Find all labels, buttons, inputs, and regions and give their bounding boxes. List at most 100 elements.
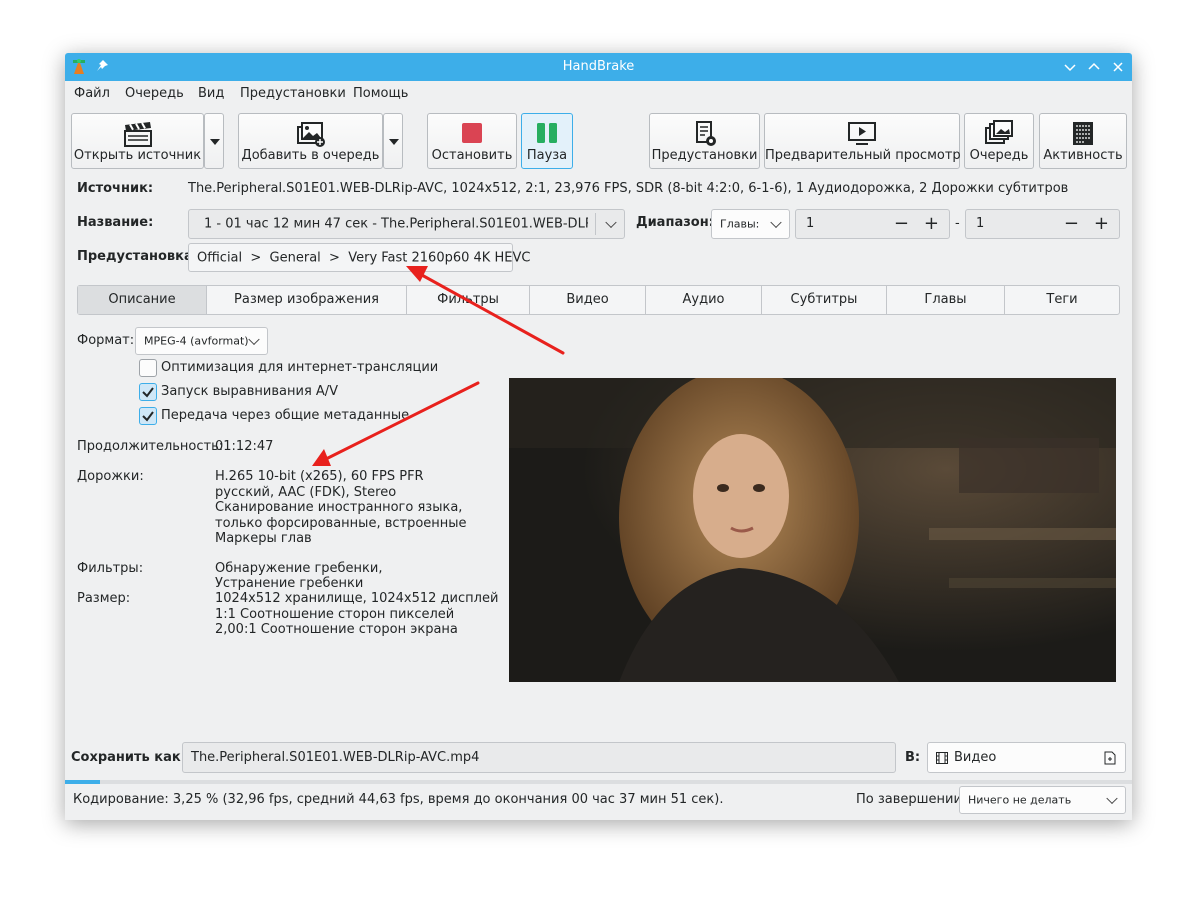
tab-dimensions[interactable]: Размер изображения [207, 286, 407, 314]
tab-bar: Описание Размер изображения Фильтры Виде… [77, 285, 1120, 315]
monitor-play-icon [848, 122, 876, 145]
range-start-spinbox[interactable]: 1 − + [795, 209, 950, 239]
close-icon[interactable] [1110, 59, 1126, 75]
size-line: 2,00:1 Соотношение сторон экрана [215, 622, 458, 637]
format-select[interactable]: MPEG-4 (avformat) [135, 327, 268, 355]
chevron-down-icon [1106, 792, 1118, 805]
source-label: Источник: [77, 181, 154, 196]
title-select-value: 1 - 01 час 12 мин 47 сек - The.Periphera… [204, 216, 588, 232]
menu-help[interactable]: Помощь [353, 86, 408, 101]
preset-selector[interactable]: Official > General > Very Fast 2160p60 4… [188, 243, 530, 272]
maximize-icon[interactable] [1086, 59, 1102, 75]
tab-subtitles[interactable]: Субтитры [762, 286, 887, 314]
passthru-metadata-checkbox[interactable] [139, 407, 157, 425]
preset-value: Official > General > Very Fast 2160p60 4… [197, 250, 531, 265]
tab-summary[interactable]: Описание [78, 286, 207, 314]
destination-folder-button[interactable]: Видео [927, 742, 1126, 773]
range-end-value: 1 [976, 216, 985, 231]
range-type-select[interactable]: Главы: [711, 209, 790, 239]
activity-label: Активность [1043, 148, 1123, 163]
filters-label: Фильтры: [77, 561, 144, 576]
combo-separator [595, 213, 596, 235]
encode-progress-fill [65, 780, 100, 784]
chevron-down-icon [770, 216, 782, 229]
track-line: Сканирование иностранного языка, [215, 500, 463, 515]
when-done-select[interactable]: Ничего не делать [959, 786, 1126, 814]
track-line: H.265 10-bit (x265), 60 FPS PFR [215, 469, 424, 484]
pause-button[interactable]: Пауза [521, 113, 573, 169]
add-image-icon [296, 122, 325, 147]
format-label: Формат: [77, 333, 135, 348]
decrement-icon[interactable]: − [894, 214, 909, 234]
duration-value: 01:12:47 [215, 439, 274, 454]
clapperboard-icon [123, 122, 152, 147]
save-filename-input[interactable]: The.Peripheral.S01E01.WEB-DLRip-AVC.mp4 [182, 742, 896, 773]
destination-value: Видео [954, 750, 997, 765]
increment-icon[interactable]: + [1094, 214, 1109, 234]
queue-images-icon [985, 120, 1013, 144]
title-bar: HandBrake [65, 53, 1132, 81]
destination-label: В: [905, 750, 921, 765]
film-icon [936, 752, 948, 764]
passthru-metadata-label: Передача через общие метаданные [161, 408, 410, 423]
window-title: HandBrake [562, 59, 635, 74]
increment-icon[interactable]: + [924, 214, 939, 234]
chevron-down-icon [605, 216, 617, 229]
web-optimize-label: Оптимизация для интернет-трансляции [161, 360, 439, 375]
track-line: русский, AAC (FDK), Stereo [215, 485, 397, 500]
queue-button[interactable]: Очередь [964, 113, 1034, 169]
track-line: Маркеры глав [215, 531, 312, 546]
menu-queue[interactable]: Очередь [125, 86, 184, 101]
stop-icon [462, 123, 482, 143]
track-line: только форсированные, встроенные [215, 516, 467, 531]
menu-file[interactable]: Файл [74, 86, 110, 101]
preview-thumbnail [509, 378, 1116, 682]
range-label: Диапазон: [636, 215, 714, 230]
activity-log-icon [1073, 122, 1093, 145]
add-to-queue-dropdown[interactable] [383, 113, 403, 169]
stop-label: Остановить [431, 148, 513, 163]
decrement-icon[interactable]: − [1064, 214, 1079, 234]
menu-presets[interactable]: Предустановки [240, 86, 346, 101]
tab-filters[interactable]: Фильтры [407, 286, 530, 314]
when-done-value: Ничего не делать [968, 793, 1072, 807]
queue-label: Очередь [969, 148, 1029, 163]
align-av-label: Запуск выравнивания A/V [161, 384, 339, 399]
range-end-spinbox[interactable]: 1 − + [965, 209, 1120, 239]
chevron-down-icon [248, 333, 260, 346]
preset-label: Предустановка: [77, 249, 198, 264]
pause-label: Пауза [526, 148, 568, 163]
duration-label: Продолжительность: [77, 439, 224, 454]
activity-button[interactable]: Активность [1039, 113, 1127, 169]
presets-button[interactable]: Предустановки [649, 113, 760, 169]
tab-tags[interactable]: Теги [1005, 286, 1119, 314]
title-label: Название: [77, 215, 154, 230]
minimize-icon[interactable] [1062, 59, 1078, 75]
tab-audio[interactable]: Аудио [646, 286, 762, 314]
chevron-down-icon [210, 139, 220, 145]
preview-button[interactable]: Предварительный просмотр [764, 113, 961, 169]
pause-icon [537, 123, 557, 143]
chevron-down-icon [389, 139, 399, 145]
web-optimize-checkbox[interactable] [139, 359, 157, 377]
preview-label: Предварительный просмотр [765, 148, 961, 163]
range-start-value: 1 [806, 216, 815, 231]
checkmark-icon [142, 387, 154, 398]
align-av-checkbox[interactable] [139, 383, 157, 401]
presets-icon [695, 121, 716, 146]
menu-bar: Файл Очередь Вид Предустановки Помощь [65, 81, 1132, 107]
encode-progress-bar [65, 780, 1132, 784]
add-to-queue-button[interactable]: Добавить в очередь [238, 113, 383, 169]
save-filename-value: The.Peripheral.S01E01.WEB-DLRip-AVC.mp4 [191, 750, 480, 765]
menu-view[interactable]: Вид [198, 86, 224, 101]
open-source-label: Открыть источник [73, 148, 202, 163]
open-source-dropdown[interactable] [204, 113, 224, 169]
when-done-label: По завершении: [856, 792, 967, 807]
tab-video[interactable]: Видео [530, 286, 646, 314]
title-select[interactable]: 1 - 01 час 12 мин 47 сек - The.Periphera… [188, 209, 625, 239]
tab-chapters[interactable]: Главы [887, 286, 1005, 314]
open-source-button[interactable]: Открыть источник [71, 113, 204, 169]
stop-button[interactable]: Остановить [427, 113, 517, 169]
size-label: Размер: [77, 591, 131, 606]
presets-label: Предустановки [651, 148, 758, 163]
